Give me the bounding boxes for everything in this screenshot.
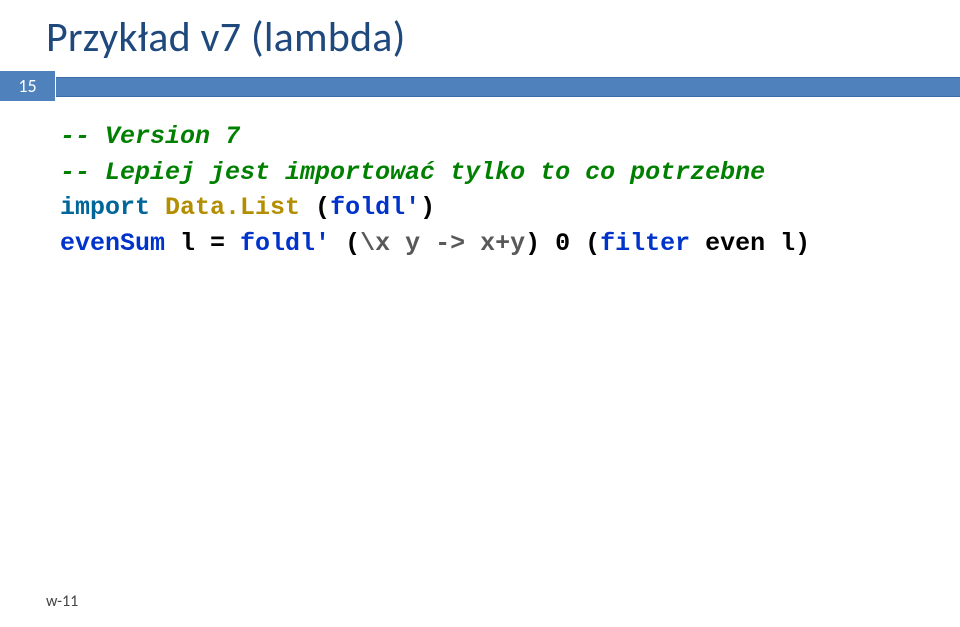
code-fn-foldl-2: foldl' <box>240 229 330 258</box>
code-paren-open-1: ( <box>300 193 330 222</box>
page-number-badge: 15 <box>0 71 55 101</box>
code-paren-close-1: ) <box>420 193 435 222</box>
header-bar-fill <box>56 77 960 97</box>
header-bar: 15 <box>0 71 960 101</box>
code-fn-evensum: evenSum <box>60 229 165 258</box>
code-comment-2: -- Lepiej jest importować tylko to co po… <box>60 158 765 187</box>
code-after-lambda: ) 0 ( <box>525 229 600 258</box>
code-paren-open-2: ( <box>330 229 360 258</box>
code-fn-foldl: foldl' <box>330 193 420 222</box>
code-comment-1: -- Version 7 <box>60 122 240 151</box>
code-filter: filter <box>600 229 690 258</box>
footer-label: w-11 <box>46 592 78 611</box>
code-tail: even l) <box>690 229 810 258</box>
slide: Przykład v7 (lambda) 15 -- Version 7 -- … <box>0 0 960 627</box>
code-keyword-import: import <box>60 193 150 222</box>
code-module: Data.List <box>150 193 300 222</box>
code-block: -- Version 7 -- Lepiej jest importować t… <box>0 119 960 261</box>
slide-title: Przykład v7 (lambda) <box>0 0 960 71</box>
code-lambda: \x y -> x+y <box>360 229 525 258</box>
code-eq: l = <box>165 229 240 258</box>
